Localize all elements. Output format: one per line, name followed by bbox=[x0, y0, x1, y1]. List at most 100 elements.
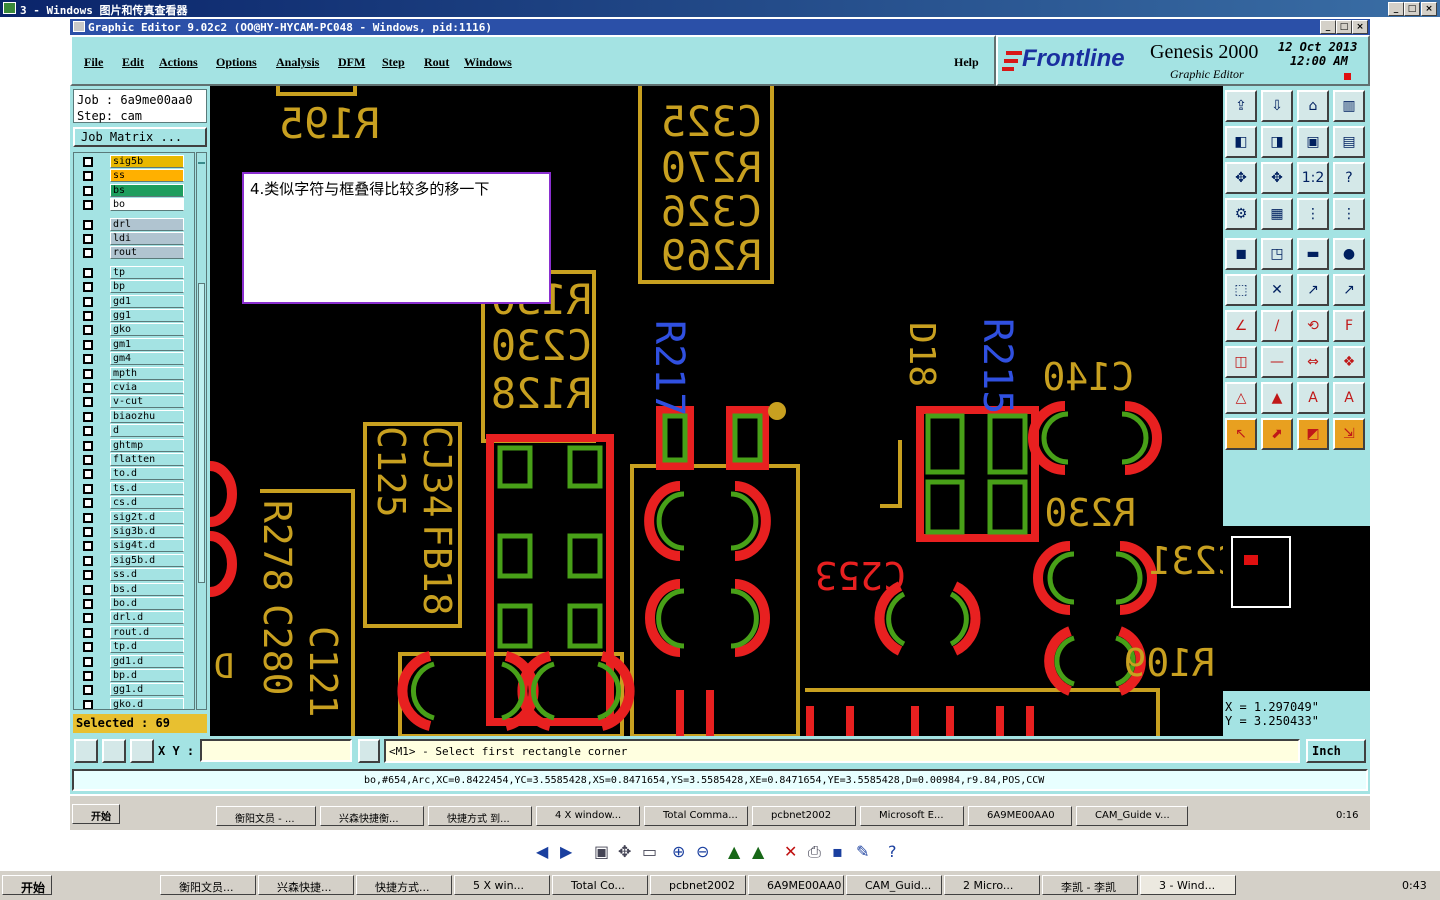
layer-name[interactable]: bs.d bbox=[110, 582, 184, 596]
inner-close-button[interactable]: × bbox=[1352, 20, 1368, 34]
layer-checkbox[interactable] bbox=[83, 248, 93, 259]
layer-row[interactable]: gm4 bbox=[80, 352, 188, 366]
move-tool-icon[interactable]: ✥ bbox=[1225, 162, 1257, 194]
layer-row[interactable]: drl.d bbox=[80, 611, 188, 625]
layer-name[interactable]: rout.d bbox=[110, 625, 184, 639]
menu-analysis[interactable]: Analysis bbox=[276, 55, 319, 70]
layer-checkbox[interactable] bbox=[83, 642, 93, 653]
taskbar-item[interactable]: 快捷方式... bbox=[356, 875, 452, 895]
layer-checkbox[interactable] bbox=[83, 354, 93, 365]
taskbar-item[interactable]: 衡阳文员... bbox=[160, 875, 256, 895]
settings-tool-icon[interactable]: ⚙ bbox=[1225, 198, 1257, 230]
layer-row[interactable]: gg1 bbox=[80, 309, 188, 322]
layer-checkbox[interactable] bbox=[83, 570, 93, 581]
layout-tool-icon[interactable]: ▥ bbox=[1333, 90, 1365, 122]
layer-name[interactable]: ss bbox=[110, 169, 184, 183]
menu-file[interactable]: File bbox=[84, 55, 103, 70]
layer-row[interactable]: bo bbox=[80, 198, 188, 212]
layer-checkbox[interactable] bbox=[83, 426, 93, 437]
layer-name[interactable]: cs.d bbox=[110, 496, 184, 510]
home-tool-icon[interactable]: ⌂ bbox=[1297, 90, 1329, 122]
layer-name[interactable]: gm4 bbox=[110, 352, 184, 366]
layer-checkbox[interactable] bbox=[83, 627, 93, 638]
layer-checkbox[interactable] bbox=[83, 339, 93, 350]
slideshow-icon[interactable]: ▭ bbox=[642, 842, 657, 861]
scroll-thumb[interactable] bbox=[198, 283, 205, 583]
inner-taskbar-item[interactable]: CAM_Guide v... bbox=[1076, 806, 1188, 826]
menu-windows[interactable]: Windows bbox=[464, 55, 512, 70]
layer-checkbox[interactable] bbox=[83, 527, 93, 537]
save-tool-icon[interactable]: ⇩ bbox=[1261, 90, 1293, 122]
next-image-icon[interactable]: ▶ bbox=[560, 842, 572, 861]
select-alt-tool-icon[interactable]: ⬈ bbox=[1261, 418, 1293, 450]
layer-name[interactable]: ldi bbox=[110, 232, 184, 245]
layer-row[interactable]: ghtmp bbox=[80, 438, 188, 452]
layer-row[interactable]: biaozhu bbox=[80, 409, 188, 423]
start-button[interactable]: 开始 bbox=[2, 875, 52, 895]
layer-row[interactable]: gm1 bbox=[80, 337, 188, 351]
layer-name[interactable]: sig5b bbox=[110, 155, 184, 168]
layer-checkbox[interactable] bbox=[83, 455, 93, 465]
select-tool-icon[interactable]: ↖ bbox=[1225, 418, 1257, 450]
layer-name[interactable]: bp.d bbox=[110, 669, 184, 682]
inner-taskbar-item[interactable]: 4 X window... bbox=[536, 806, 640, 826]
layer-name[interactable]: gg1 bbox=[110, 309, 184, 322]
scroll-up-arrow-icon[interactable] bbox=[198, 154, 205, 164]
layer-row[interactable]: sig3b.d bbox=[80, 525, 188, 538]
scale-tool-icon[interactable]: 1:2 bbox=[1297, 162, 1329, 194]
layer-name[interactable]: ss.d bbox=[110, 568, 184, 582]
help-tool-icon[interactable]: ? bbox=[1333, 162, 1365, 194]
layer-row[interactable]: d bbox=[80, 424, 188, 438]
inner-maximize-button[interactable]: □ bbox=[1336, 20, 1352, 34]
outer-maximize-button[interactable]: □ bbox=[1404, 2, 1420, 16]
overview-map[interactable] bbox=[1223, 526, 1370, 691]
layer-checkbox[interactable] bbox=[83, 185, 93, 196]
group-tool-icon[interactable]: ❖ bbox=[1333, 346, 1365, 378]
inner-taskbar-item[interactable]: 衡阳文员 - ... bbox=[216, 806, 316, 826]
layer-name[interactable]: ghtmp bbox=[110, 438, 184, 452]
zoom-in-icon[interactable]: ⊕ bbox=[672, 842, 685, 861]
angle-tool-icon[interactable]: ∠ bbox=[1225, 310, 1257, 342]
layer-row[interactable]: sig4t.d bbox=[80, 539, 188, 553]
overview-viewport[interactable] bbox=[1231, 536, 1291, 608]
layer-checkbox[interactable] bbox=[83, 397, 93, 408]
layer-name[interactable]: cvia bbox=[110, 381, 184, 394]
layer-row[interactable]: to.d bbox=[80, 467, 188, 481]
layer-row[interactable]: gg1.d bbox=[80, 683, 188, 697]
inner-minimize-button[interactable]: _ bbox=[1320, 20, 1336, 34]
layer-checkbox[interactable] bbox=[83, 671, 93, 681]
measure-tool-icon[interactable]: ▬ bbox=[1297, 238, 1329, 270]
action-button[interactable] bbox=[358, 739, 380, 763]
snap-tool-button-3[interactable] bbox=[130, 739, 154, 763]
layers-a-tool-icon[interactable]: ⋮ bbox=[1297, 198, 1329, 230]
layer-row[interactable]: sig2t.d bbox=[80, 510, 188, 524]
layer-name[interactable]: tp bbox=[110, 265, 184, 279]
outer-close-button[interactable]: × bbox=[1421, 2, 1437, 16]
layer-name[interactable]: ts.d bbox=[110, 481, 184, 495]
layer-name[interactable]: bo.d bbox=[110, 597, 184, 610]
layers-b-tool-icon[interactable]: ⋮ bbox=[1333, 198, 1365, 230]
menu-actions[interactable]: Actions bbox=[159, 55, 198, 70]
layer-row[interactable]: tp bbox=[80, 265, 188, 279]
taskbar-item[interactable]: CAM_Guid... bbox=[846, 875, 942, 895]
layer-checkbox[interactable] bbox=[83, 483, 93, 494]
layer-row[interactable]: drl bbox=[80, 217, 188, 231]
flip-tool-icon[interactable]: F bbox=[1333, 310, 1365, 342]
layer-name[interactable]: v-cut bbox=[110, 395, 184, 409]
zoom-in-tool-icon[interactable]: ◧ bbox=[1225, 126, 1257, 158]
snap-tool-button-1[interactable] bbox=[74, 739, 98, 763]
layer-name[interactable]: sig2t.d bbox=[110, 510, 184, 524]
taskbar-item[interactable]: Total Co... bbox=[552, 875, 648, 895]
layer-row[interactable]: ldi bbox=[80, 232, 188, 245]
text-b-tool-icon[interactable]: A bbox=[1333, 382, 1365, 414]
zoom-out-tool-icon[interactable]: ◨ bbox=[1261, 126, 1293, 158]
layer-name[interactable]: rout bbox=[110, 246, 184, 260]
align-tool-icon[interactable]: ⇔ bbox=[1297, 346, 1329, 378]
layer-row[interactable]: ss.d bbox=[80, 568, 188, 582]
layer-checkbox[interactable] bbox=[83, 498, 93, 509]
menu-step[interactable]: Step bbox=[382, 55, 405, 70]
help-icon[interactable]: ? bbox=[888, 842, 897, 861]
layer-name[interactable]: d bbox=[110, 424, 184, 438]
taskbar-item[interactable]: 6A9ME00AA0 bbox=[748, 875, 844, 895]
actual-size-icon[interactable]: ✥ bbox=[618, 842, 631, 861]
